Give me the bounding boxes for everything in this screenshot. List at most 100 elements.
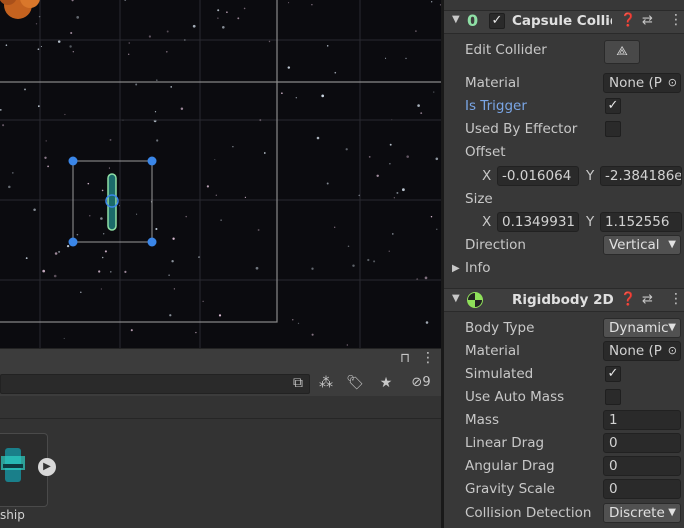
star	[405, 57, 407, 60]
star	[24, 88, 26, 91]
star	[368, 156, 371, 158]
presets-icon[interactable]: ⇄	[642, 13, 653, 28]
kebab-menu-icon[interactable]: ⋮	[421, 350, 435, 366]
star	[257, 229, 260, 231]
rect-handle-tl[interactable]	[68, 156, 78, 166]
asset-name-label: ship	[0, 508, 25, 522]
filter-by-type-icon[interactable]: ⁂	[314, 373, 338, 393]
chevron-down-icon: ▼	[668, 507, 676, 518]
star	[76, 16, 80, 19]
body-type-dropdown[interactable]: Dynamic ▼	[603, 318, 681, 338]
star	[109, 138, 112, 141]
help-icon[interactable]: ❓	[620, 292, 636, 307]
star	[185, 215, 187, 218]
used-by-effector-checkbox[interactable]	[605, 121, 621, 137]
simulated-checkbox[interactable]: ✓	[605, 366, 621, 382]
star	[173, 288, 176, 290]
rect-handle-br[interactable]	[147, 237, 157, 247]
use-auto-mass-checkbox[interactable]	[605, 389, 621, 405]
angular-drag-label: Angular Drag	[465, 458, 555, 474]
capsule-collider-gizmo[interactable]	[107, 173, 117, 231]
star	[154, 111, 157, 113]
edit-collider-button[interactable]: ⟁	[604, 40, 640, 64]
star	[148, 35, 152, 38]
star	[311, 333, 314, 336]
search-by-type-icon[interactable]: ⧉	[286, 373, 310, 393]
used-by-effector-label: Used By Effector	[465, 121, 578, 137]
star	[415, 30, 417, 32]
angular-drag-field[interactable]: 0	[603, 456, 681, 476]
mass-label: Mass	[465, 412, 499, 428]
label-tag-icon[interactable]: 🏷︎	[343, 373, 367, 393]
star	[243, 7, 246, 10]
star	[347, 245, 350, 248]
star	[218, 314, 222, 317]
component-enabled-checkbox[interactable]: ✓	[489, 13, 505, 29]
star	[136, 213, 138, 215]
star	[0, 109, 2, 111]
scene-view[interactable]	[0, 0, 441, 348]
star	[180, 107, 184, 110]
size-x-field[interactable]: 0.1349931	[497, 212, 579, 232]
capsule-collider-title: Capsule Collide	[512, 13, 612, 29]
favorite-star-icon[interactable]: ★	[374, 373, 398, 393]
mass-field[interactable]: 1	[603, 410, 681, 430]
star	[35, 23, 38, 25]
star	[171, 260, 174, 263]
is-trigger-checkbox[interactable]: ✓	[605, 98, 621, 114]
direction-dropdown[interactable]: Vertical ▼	[603, 235, 681, 255]
star	[220, 219, 222, 221]
project-search-input[interactable]	[0, 374, 310, 394]
star	[58, 250, 61, 253]
linear-drag-field[interactable]: 0	[603, 433, 681, 453]
star	[334, 226, 336, 228]
star	[436, 228, 438, 230]
star	[346, 344, 348, 346]
foldout-expanded-icon[interactable]: ▼	[452, 14, 460, 25]
scene-canvas	[0, 0, 441, 348]
star	[430, 215, 433, 218]
star	[87, 182, 90, 185]
info-foldout[interactable]: Info	[465, 260, 491, 276]
star	[40, 45, 42, 48]
component-menu-icon[interactable]: ⋮	[669, 291, 683, 307]
component-menu-icon[interactable]: ⋮	[669, 12, 683, 28]
foldout-collapsed-icon[interactable]: ▶	[452, 263, 460, 274]
rb-material-object-field[interactable]: None (P ⊙	[603, 341, 681, 361]
star	[417, 104, 420, 107]
star	[104, 250, 107, 253]
size-y-label: Y	[586, 214, 595, 230]
hidden-packages-toggle[interactable]: ⊘9	[404, 373, 438, 393]
rect-handle-bl[interactable]	[68, 237, 78, 247]
star	[424, 276, 428, 280]
star	[156, 79, 158, 81]
is-trigger-label: Is Trigger	[465, 98, 527, 114]
offset-y-field[interactable]: -2.384186e	[600, 166, 682, 186]
object-picker-icon[interactable]: ⊙	[668, 342, 677, 360]
gravity-scale-field[interactable]: 0	[603, 479, 681, 499]
star	[214, 159, 216, 161]
star	[316, 136, 320, 140]
star	[435, 157, 439, 161]
star	[406, 155, 409, 158]
size-y-field[interactable]: 1.152556	[600, 212, 682, 232]
star	[42, 269, 46, 273]
collision-detection-dropdown[interactable]: Discrete ▼	[603, 503, 681, 523]
help-icon[interactable]: ❓	[620, 13, 636, 28]
size-label: Size	[465, 191, 493, 207]
hidden-count: 9	[422, 375, 431, 390]
star	[98, 270, 101, 273]
star	[156, 139, 159, 142]
offset-x-field[interactable]: -0.016064	[497, 166, 579, 186]
star	[57, 40, 61, 43]
lock-icon[interactable]: ⊓	[400, 351, 410, 366]
foldout-expanded-icon[interactable]: ▼	[452, 293, 460, 304]
rect-handle-tr[interactable]	[147, 156, 157, 166]
eye-slash-icon: ⊘	[411, 375, 423, 390]
material-object-field[interactable]: None (P ⊙	[603, 73, 681, 93]
play-preview-icon[interactable]: ▶	[38, 458, 56, 476]
star	[352, 264, 355, 267]
presets-icon[interactable]: ⇄	[642, 292, 653, 307]
star	[202, 300, 204, 302]
object-picker-icon[interactable]: ⊙	[668, 74, 677, 92]
